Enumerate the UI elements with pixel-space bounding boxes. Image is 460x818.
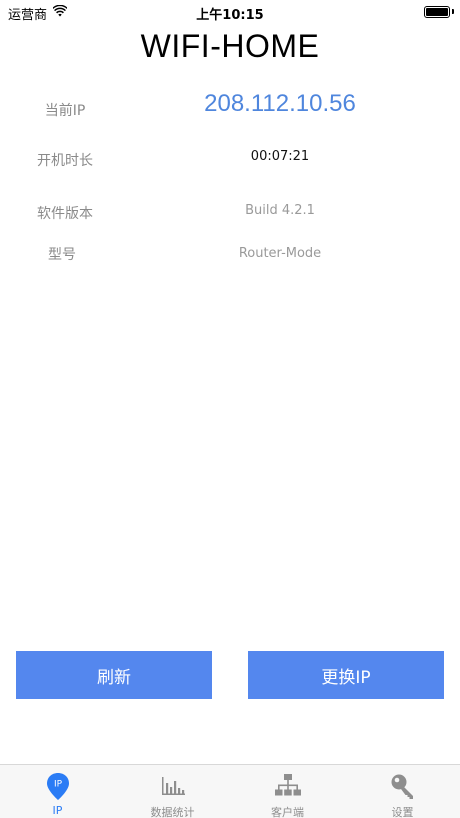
- tab-bar: IP IP 数据统计 客户端 设置: [0, 764, 460, 818]
- bar-chart-icon: [161, 777, 185, 795]
- tab-settings[interactable]: 设置: [345, 765, 460, 818]
- tab-clients[interactable]: 客户端: [230, 765, 345, 818]
- pin-icon-text: IP: [53, 780, 62, 790]
- battery-icon: [424, 6, 450, 18]
- ip-value: 208.112.10.56: [204, 90, 356, 117]
- model-value: Router-Mode: [238, 246, 322, 261]
- status-time: 上午10:15: [196, 8, 264, 23]
- tab-statistics[interactable]: 数据统计: [115, 765, 230, 818]
- tab-label-settings: 设置: [391, 806, 414, 818]
- model-label: 型号: [48, 247, 76, 263]
- status-bar: 运营商 上午10:15: [0, 0, 460, 24]
- uptime-value: 00:07:21: [250, 149, 310, 164]
- battery-tip: [452, 9, 454, 14]
- tab-label-clients: 客户端: [271, 806, 304, 818]
- change-ip-button[interactable]: 更换IP: [248, 651, 444, 699]
- tab-ip[interactable]: IP IP: [0, 765, 115, 818]
- tab-label-statistics: 数据统计: [150, 806, 195, 818]
- location-pin-icon: IP: [46, 773, 69, 800]
- version-label: 软件版本: [37, 206, 93, 222]
- refresh-button[interactable]: 刷新: [16, 651, 212, 699]
- uptime-label: 开机时长: [37, 153, 93, 169]
- version-value: Build 4.2.1: [245, 203, 315, 218]
- ip-label: 当前IP: [44, 103, 86, 119]
- key-icon: [391, 774, 413, 799]
- network-tree-icon: [274, 774, 301, 796]
- page-title: WIFI-HOME: [140, 28, 320, 64]
- tab-label-ip: IP: [52, 804, 63, 817]
